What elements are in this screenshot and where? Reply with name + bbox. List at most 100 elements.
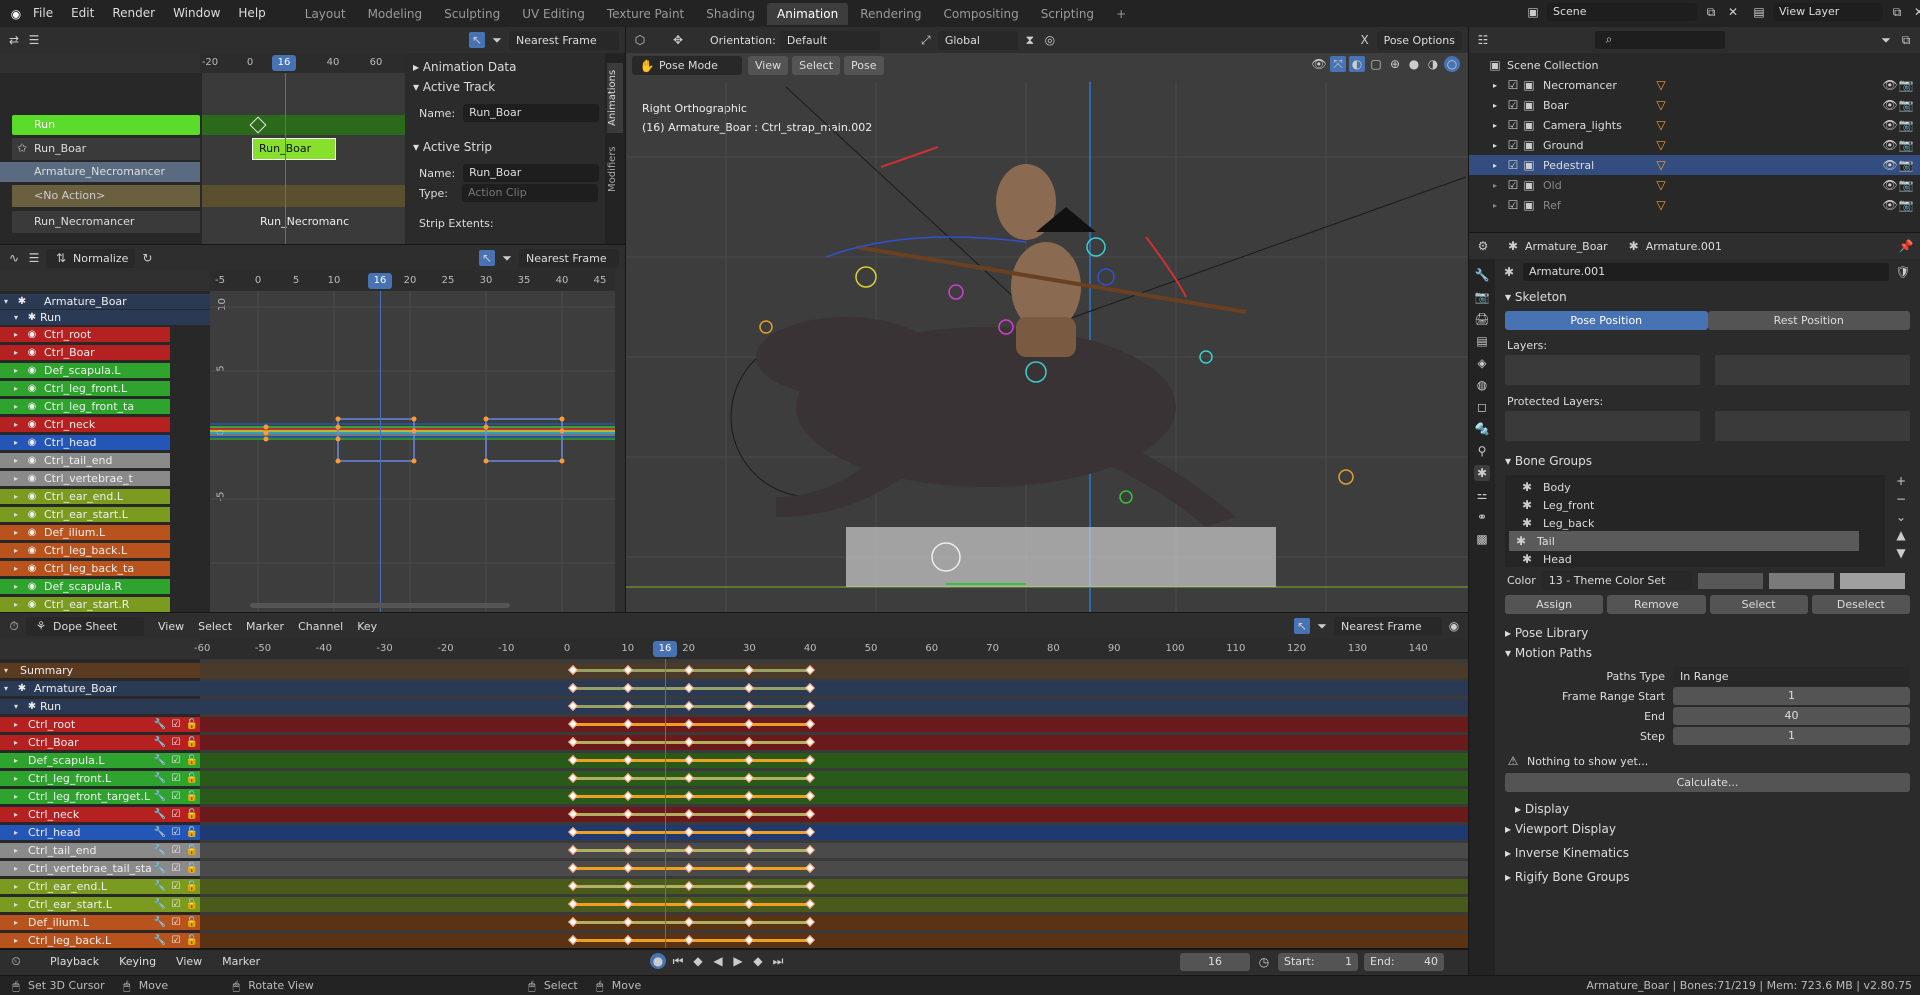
constraint-tab-icon[interactable]: ⚲ [1474, 443, 1490, 459]
visibility-icon[interactable]: ◉ [24, 347, 40, 358]
graph-channel-row[interactable]: ▸ ◉ Ctrl_leg_front.L [0, 381, 170, 396]
keyframe[interactable] [622, 773, 633, 783]
checkbox-icon[interactable]: ☑ [168, 845, 184, 856]
rest-position-button[interactable]: Rest Position [1707, 311, 1910, 330]
graph-channel-row[interactable]: ▸ ◉ Ctrl_Boar [0, 345, 170, 360]
ds-channel-row[interactable]: ▸ Ctrl_Boar 🔧 ☑ 🔓 [0, 735, 200, 750]
keyframe[interactable] [622, 683, 633, 693]
visibility-icon[interactable]: ◉ [24, 329, 40, 340]
current-frame-indicator[interactable]: 16 [272, 55, 296, 71]
ds-armature-row[interactable]: ▾ ✱ Armature_Boar [0, 681, 200, 696]
track-name-field[interactable]: Run_Boar [463, 104, 600, 122]
start-frame-field[interactable]: Start: 1 [1278, 953, 1358, 971]
ds-channel-row[interactable]: ▸ Ctrl_ear_start.L 🔧 ☑ 🔓 [0, 897, 200, 912]
scene-collection-row[interactable]: ▣ Scene Collection [1469, 55, 1920, 75]
tab-scripting[interactable]: Scripting [1031, 3, 1104, 25]
keyframe[interactable] [622, 863, 633, 873]
summary-row[interactable]: ▾ Summary [0, 663, 200, 678]
visibility-icon[interactable]: ◉ [24, 455, 40, 466]
editor-type-icon[interactable]: ⇄ [6, 32, 22, 48]
checkbox-icon[interactable]: ☑ [168, 737, 184, 748]
keyframe[interactable] [805, 899, 816, 909]
editor-type-icon[interactable]: ☷ [1475, 32, 1491, 48]
keyframe[interactable] [805, 773, 816, 783]
keyframe[interactable] [744, 719, 755, 729]
tab-modeling[interactable]: Modeling [358, 3, 433, 25]
keyframe[interactable] [805, 719, 816, 729]
keyframe[interactable] [683, 917, 694, 927]
graph-channel-row[interactable]: ▸ ◉ Ctrl_head [0, 435, 170, 450]
color-swatch-active[interactable] [1839, 572, 1905, 589]
panel-inverse-kinematics[interactable]: ▸ Inverse Kinematics [1497, 843, 1920, 863]
ds-channel-row[interactable]: ▸ Def_scapula.L 🔧 ☑ 🔓 [0, 753, 200, 768]
expand-icon[interactable]: ▸ [14, 546, 24, 555]
keyframe[interactable] [805, 701, 816, 711]
keyframe[interactable] [683, 773, 694, 783]
add-workspace-button[interactable]: + [1106, 3, 1136, 25]
lock-icon[interactable]: 🔓 [184, 755, 200, 766]
keyframe[interactable] [622, 809, 633, 819]
panel-display[interactable]: ▸ Display [1497, 799, 1920, 819]
lock-icon[interactable]: 🔓 [184, 881, 200, 892]
keyframe[interactable] [744, 899, 755, 909]
checkbox-icon[interactable]: ☑ [168, 863, 184, 874]
fake-user-icon[interactable]: 🛡 [1895, 264, 1911, 280]
object-tab-icon[interactable]: ◻ [1474, 399, 1490, 415]
visibility-icon[interactable]: ◉ [24, 545, 40, 556]
expand-icon[interactable]: ▸ [14, 846, 24, 855]
ds-channel-row[interactable]: ▸ Ctrl_ear_end.L 🔧 ☑ 🔓 [0, 879, 200, 894]
frame-range-end-field[interactable]: 40 [1673, 707, 1910, 725]
tab-rendering[interactable]: Rendering [850, 3, 931, 25]
nla-track-run-necromancer[interactable]: Run_Necromancer [12, 211, 200, 233]
keyframe[interactable] [622, 719, 633, 729]
keyframe[interactable] [568, 665, 579, 675]
color-swatch-normal[interactable] [1697, 572, 1763, 589]
keyframe[interactable] [805, 737, 816, 747]
checkbox-icon[interactable]: ☑ [168, 719, 184, 730]
move-down-icon[interactable]: ▼ [1893, 545, 1909, 561]
deselect-button[interactable]: Deselect [1811, 595, 1910, 614]
wrench-icon[interactable]: 🔧 [152, 863, 168, 874]
menu-view[interactable]: View [176, 955, 202, 968]
layers-grid[interactable] [1505, 355, 1700, 385]
wrench-icon[interactable]: 🔧 [152, 755, 168, 766]
remove-button[interactable]: Remove [1607, 595, 1706, 614]
jump-end-icon[interactable]: ⏭ [770, 953, 786, 969]
lock-icon[interactable]: 🔓 [184, 917, 200, 928]
eye-icon[interactable]: 👁 [1882, 137, 1898, 153]
keyframe[interactable] [805, 665, 816, 675]
keyframe[interactable] [568, 737, 579, 747]
keyframe[interactable] [622, 845, 633, 855]
graph-channel-row[interactable]: ▸ ◉ Def_ilium.L [0, 525, 170, 540]
keyframe[interactable] [568, 719, 579, 729]
keyframe[interactable] [683, 719, 694, 729]
delete-view-layer-icon[interactable]: ✕ [1911, 4, 1920, 20]
keyframe[interactable] [805, 935, 816, 945]
remove-icon[interactable]: − [1893, 491, 1909, 507]
keyframe[interactable] [568, 899, 579, 909]
camera-icon[interactable]: 📷 [1898, 117, 1914, 133]
menu-key[interactable]: Key [357, 620, 377, 633]
eye-icon[interactable]: 👁 [1882, 97, 1898, 113]
protected-layers-grid[interactable] [1505, 411, 1700, 441]
expand-icon[interactable]: ▸ [14, 366, 24, 375]
wrench-icon[interactable]: 🔧 [152, 935, 168, 946]
keyframe[interactable] [683, 755, 694, 765]
bone-group-leg-front[interactable]: ✱ Leg_front [1515, 495, 1594, 515]
checkbox-icon[interactable]: ☑ [168, 755, 184, 766]
outliner-search-field[interactable]: ⌕ [1595, 31, 1725, 49]
keyframe[interactable] [805, 791, 816, 801]
expand-icon[interactable]: ▸ [14, 756, 24, 765]
keyframe[interactable] [683, 665, 694, 675]
keyframe[interactable] [568, 701, 579, 711]
keyframe[interactable] [683, 701, 694, 711]
hamburger-menu-icon[interactable]: ☰ [26, 250, 42, 266]
camera-icon[interactable]: 📷 [1898, 77, 1914, 93]
camera-icon[interactable]: 📷 [1898, 197, 1914, 213]
wrench-icon[interactable]: 🔧 [152, 737, 168, 748]
expand-icon[interactable]: ▸ [14, 864, 24, 873]
select-button[interactable]: Select [1709, 595, 1808, 614]
keyframe[interactable] [744, 845, 755, 855]
keyframe[interactable] [683, 845, 694, 855]
filter-icon[interactable]: ⏷ [1314, 618, 1330, 634]
